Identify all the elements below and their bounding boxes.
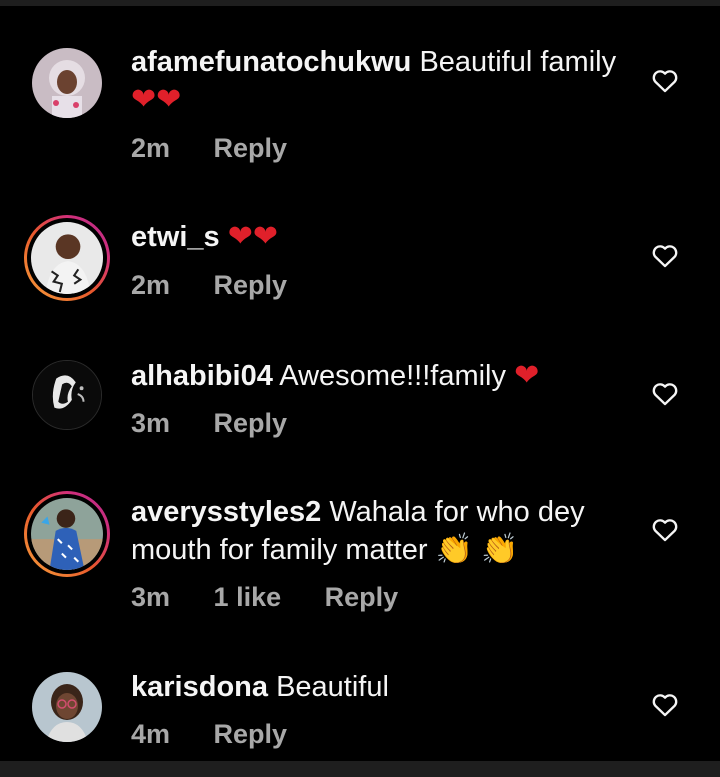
avatar-with-story-ring[interactable] bbox=[24, 491, 110, 577]
avatar[interactable] bbox=[24, 352, 110, 438]
bottom-edge-bar bbox=[0, 761, 720, 777]
comment-username[interactable]: etwi_s bbox=[131, 221, 220, 253]
comment-time: 3m bbox=[131, 582, 171, 612]
red-heart-emoji: ❤ bbox=[514, 359, 540, 392]
comment-meta: 4m Reply bbox=[131, 719, 323, 750]
avatar-with-story-ring[interactable] bbox=[24, 215, 110, 301]
comment-username[interactable]: afamefunatochukwu bbox=[131, 46, 411, 78]
reply-button[interactable]: Reply bbox=[214, 408, 288, 438]
comment-meta: 2m Reply bbox=[131, 270, 323, 301]
reply-button[interactable]: Reply bbox=[214, 133, 288, 163]
clapping-hands-emoji: 👏 bbox=[435, 533, 473, 566]
heart-outline-icon[interactable] bbox=[651, 516, 679, 542]
red-heart-emoji: ❤ bbox=[227, 220, 253, 253]
comment-time: 2m bbox=[131, 270, 171, 300]
comment-text: afamefunatochukwu Beautiful family ❤❤ bbox=[131, 44, 621, 119]
reply-button[interactable]: Reply bbox=[325, 582, 399, 612]
comment-time: 3m bbox=[131, 408, 171, 438]
comment-body: Awesome!!!family bbox=[279, 360, 507, 392]
comment-text: averysstyles2 Wahala for who dey mouth f… bbox=[131, 494, 621, 569]
red-heart-emoji: ❤ bbox=[131, 83, 157, 116]
red-heart-emoji: ❤ bbox=[156, 83, 182, 116]
heart-outline-icon[interactable] bbox=[651, 380, 679, 406]
comment-text: alhabibi04 Awesome!!!family ❤ bbox=[131, 357, 621, 395]
comment-meta: 2m Reply bbox=[131, 133, 323, 164]
reply-button[interactable]: Reply bbox=[214, 270, 288, 300]
comment-username[interactable]: averysstyles2 bbox=[131, 496, 321, 528]
comment-meta: 3m 1 like Reply bbox=[131, 582, 434, 613]
comment-meta: 3m Reply bbox=[131, 408, 323, 439]
comment-username[interactable]: karisdona bbox=[131, 671, 268, 703]
avatar[interactable] bbox=[24, 664, 110, 750]
top-edge-bar bbox=[0, 0, 720, 6]
heart-outline-icon[interactable] bbox=[651, 242, 679, 268]
red-heart-emoji: ❤ bbox=[252, 220, 279, 253]
likes-count[interactable]: 1 like bbox=[214, 582, 282, 612]
comment-time: 4m bbox=[131, 719, 171, 749]
reply-button[interactable]: Reply bbox=[214, 719, 288, 749]
heart-outline-icon[interactable] bbox=[651, 67, 679, 93]
comment-username[interactable]: alhabibi04 bbox=[131, 360, 273, 392]
comment-text: etwi_s ❤❤ bbox=[131, 218, 621, 256]
avatar[interactable] bbox=[24, 40, 110, 126]
comment-body: Beautiful family bbox=[419, 46, 617, 78]
heart-outline-icon[interactable] bbox=[651, 691, 679, 717]
comment-text: karisdona Beautiful bbox=[131, 669, 621, 706]
clapping-hands-emoji: 👏 bbox=[481, 533, 519, 566]
comment-body: Beautiful bbox=[276, 671, 389, 703]
comment-time: 2m bbox=[131, 133, 171, 163]
